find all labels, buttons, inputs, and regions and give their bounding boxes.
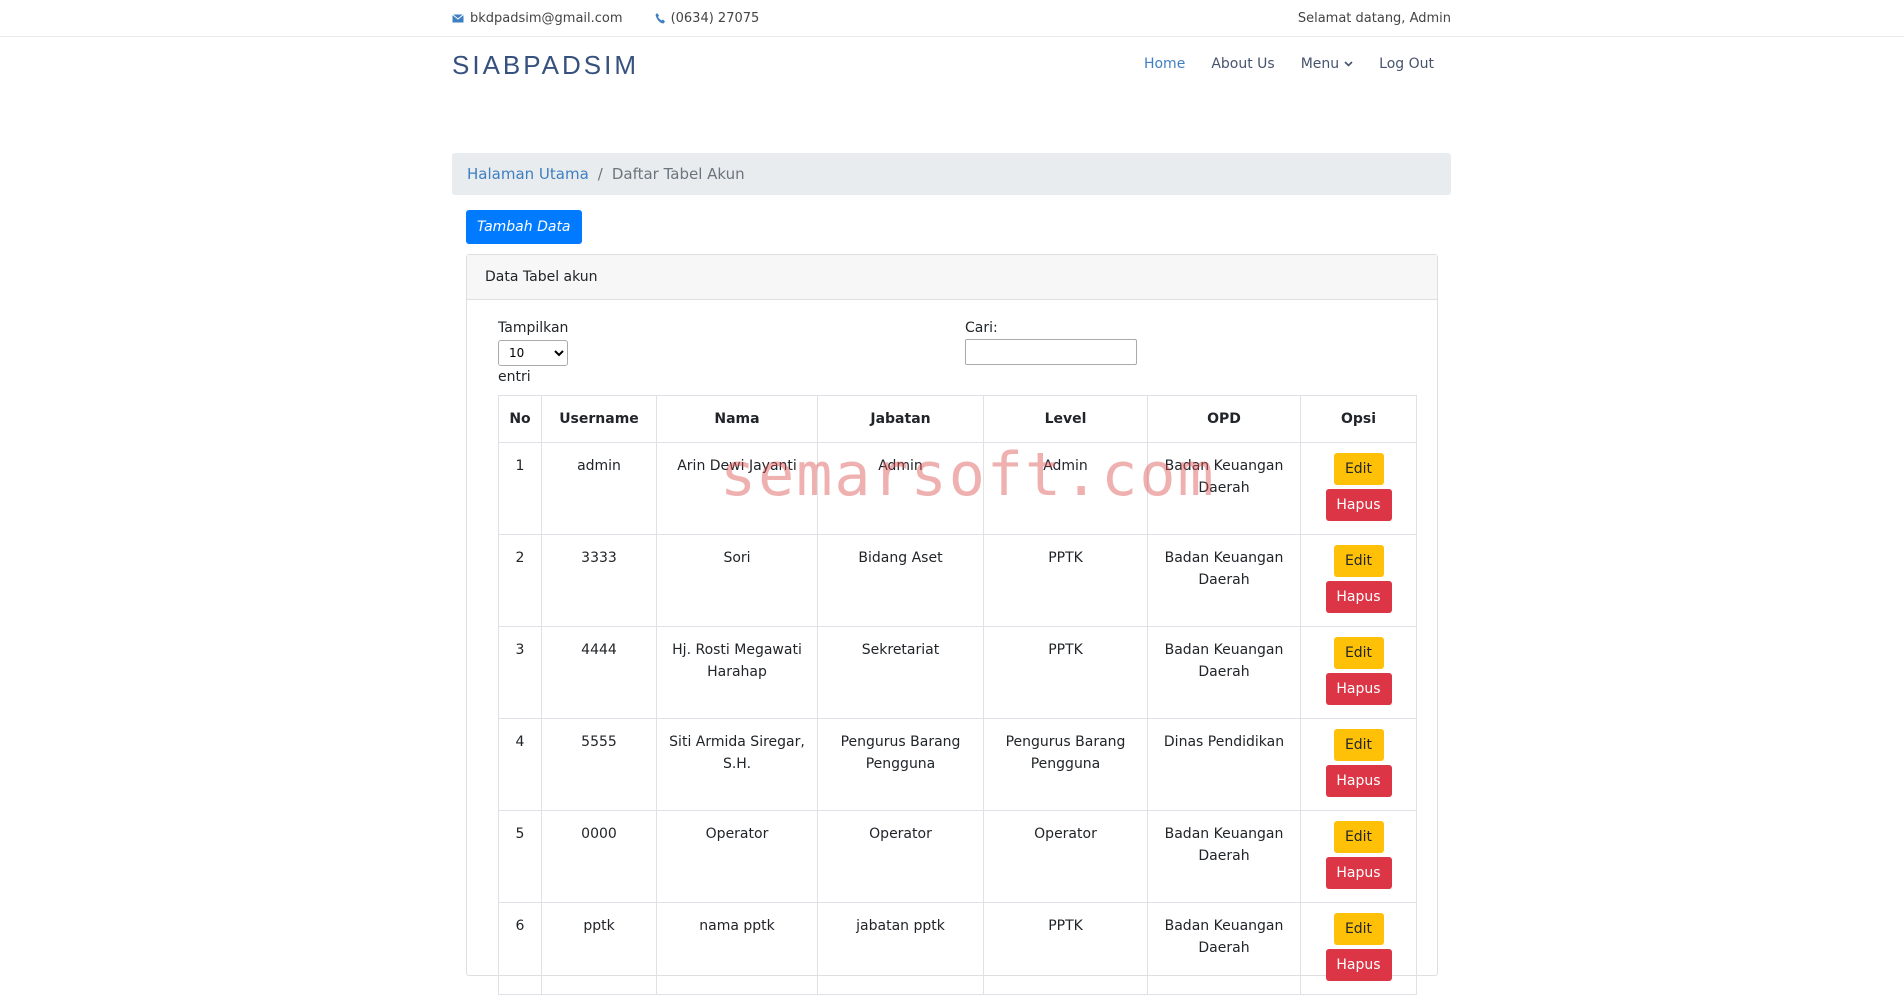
cell-nama: Hj. Rosti Megawati Harahap <box>656 626 818 719</box>
table-row: 2 3333 Sori Bidang Aset PPTK Badan Keuangan D… <box>498 534 1417 627</box>
email-contact: bkdpadsim@gmail.com <box>452 11 623 26</box>
cell-opd: Badan Keuangan Daerah <box>1147 534 1301 627</box>
search-label: Cari: <box>965 320 998 336</box>
main-nav: Home About Us Menu Log Out <box>1118 56 1434 72</box>
brand-logo[interactable]: SIABPADSIM <box>452 50 639 81</box>
table-row: 1 admin Arin Dewi Jayanti Admin Admin Badan K… <box>498 442 1417 535</box>
phone-text: (0634) 27075 <box>670 10 760 26</box>
cell-opsi: Edit Hapus <box>1300 626 1417 719</box>
entries-length-select[interactable]: 10 <box>498 340 568 366</box>
cell-opsi: Edit Hapus <box>1300 534 1417 627</box>
cell-level: PPTK <box>983 534 1148 627</box>
table-row: 6 pptk nama pptk jabatan pptk PPTK Badan Keua… <box>498 902 1417 995</box>
edit-button[interactable]: Edit <box>1333 637 1384 669</box>
header-opd[interactable]: OPD <box>1147 395 1301 443</box>
header-jabatan[interactable]: Jabatan <box>817 395 984 443</box>
edit-button[interactable]: Edit <box>1333 729 1384 761</box>
cell-opsi: Edit Hapus <box>1300 442 1417 535</box>
length-suffix: entri <box>498 369 531 385</box>
edit-button[interactable]: Edit <box>1333 821 1384 853</box>
header-username[interactable]: Username <box>541 395 657 443</box>
cell-opd: Badan Keuangan Daerah <box>1147 442 1301 535</box>
nav-menu-label: Menu <box>1300 56 1340 72</box>
cell-jabatan: Operator <box>817 810 984 903</box>
cell-no: 4 <box>498 718 542 811</box>
card-title: Data Tabel akun <box>467 255 1437 300</box>
cell-jabatan: Admin <box>817 442 984 535</box>
cell-no: 1 <box>498 442 542 535</box>
cell-nama: Siti Armida Siregar, S.H. <box>656 718 818 811</box>
nav-home[interactable]: Home <box>1144 56 1185 72</box>
delete-button[interactable]: Hapus <box>1325 949 1392 981</box>
cell-level: Pengurus Barang Pengguna <box>983 718 1148 811</box>
email-text: bkdpadsim@gmail.com <box>470 10 623 26</box>
header-no[interactable]: No <box>498 395 542 443</box>
header-level[interactable]: Level <box>983 395 1148 443</box>
accounts-table: No Username Nama Jabatan Level OPD Opsi … <box>498 395 1417 995</box>
cell-jabatan: Pengurus Barang Pengguna <box>817 718 984 811</box>
cell-nama: Arin Dewi Jayanti <box>656 442 818 535</box>
breadcrumb-separator: / <box>597 165 603 183</box>
phone-icon <box>655 12 665 23</box>
table-row: 5 0000 Operator Operator Operator Badan Keuan… <box>498 810 1417 903</box>
cell-no: 3 <box>498 626 542 719</box>
nav-menu[interactable]: Menu <box>1301 56 1353 72</box>
table-row: 4 5555 Siti Armida Siregar, S.H. Pengurus B… <box>498 718 1417 811</box>
breadcrumb-current: Daftar Tabel Akun <box>611 165 745 183</box>
edit-button[interactable]: Edit <box>1333 453 1384 485</box>
cell-no: 5 <box>498 810 542 903</box>
cell-opsi: Edit Hapus <box>1300 902 1417 995</box>
cell-jabatan: Bidang Aset <box>817 534 984 627</box>
table-body: 1 admin Arin Dewi Jayanti Admin Admin Badan K… <box>498 442 1417 995</box>
breadcrumb-home[interactable]: Halaman Utama <box>467 165 589 183</box>
cell-nama: Operator <box>656 810 818 903</box>
header: SIABPADSIM Home About Us Menu Log Out <box>0 37 1904 97</box>
delete-button[interactable]: Hapus <box>1325 489 1392 521</box>
cell-opd: Badan Keuangan Daerah <box>1147 902 1301 995</box>
edit-button[interactable]: Edit <box>1333 545 1384 577</box>
cell-opd: Badan Keuangan Daerah <box>1147 626 1301 719</box>
delete-button[interactable]: Hapus <box>1325 581 1392 613</box>
chevron-down-icon <box>1344 61 1353 67</box>
header-nama[interactable]: Nama <box>656 395 818 443</box>
data-card: Data Tabel akun Tampilkan 10 entri Cari:… <box>466 254 1438 995</box>
cell-no: 2 <box>498 534 542 627</box>
cell-opsi: Edit Hapus <box>1300 718 1417 811</box>
cell-opsi: Edit Hapus <box>1300 810 1417 903</box>
length-label: Tampilkan <box>498 320 569 336</box>
cell-username: 5555 <box>541 718 657 811</box>
cell-username: 0000 <box>541 810 657 903</box>
cell-nama: Sori <box>656 534 818 627</box>
header-opsi[interactable]: Opsi <box>1300 395 1417 443</box>
delete-button[interactable]: Hapus <box>1325 765 1392 797</box>
cell-nama: nama pptk <box>656 902 818 995</box>
delete-button[interactable]: Hapus <box>1325 673 1392 705</box>
cell-no: 6 <box>498 902 542 995</box>
cell-username: pptk <box>541 902 657 995</box>
edit-button[interactable]: Edit <box>1333 913 1384 945</box>
table-header-row: No Username Nama Jabatan Level OPD Opsi <box>498 395 1417 443</box>
cell-level: Admin <box>983 442 1148 535</box>
table-row: 3 4444 Hj. Rosti Megawati Harahap Sekretari… <box>498 626 1417 719</box>
cell-level: Operator <box>983 810 1148 903</box>
cell-username: admin <box>541 442 657 535</box>
cell-level: PPTK <box>983 626 1148 719</box>
welcome-text: Selamat datang, Admin <box>1297 10 1451 26</box>
nav-log-out[interactable]: Log Out <box>1379 56 1434 72</box>
cell-level: PPTK <box>983 902 1148 995</box>
cell-opd: Dinas Pendidikan <box>1147 718 1301 811</box>
breadcrumb: Halaman Utama / Daftar Tabel Akun <box>452 153 1451 195</box>
add-data-button[interactable]: Tambah Data <box>466 210 582 244</box>
phone-contact: (0634) 27075 <box>655 10 760 26</box>
envelope-icon <box>452 13 464 22</box>
cell-jabatan: jabatan pptk <box>817 902 984 995</box>
cell-jabatan: Sekretariat <box>817 626 984 719</box>
cell-username: 3333 <box>541 534 657 627</box>
top-bar: bkdpadsim@gmail.com (0634) 27075 Selamat… <box>0 0 1904 37</box>
search-input[interactable] <box>965 339 1137 365</box>
cell-opd: Badan Keuangan Daerah <box>1147 810 1301 903</box>
cell-username: 4444 <box>541 626 657 719</box>
nav-about-us[interactable]: About Us <box>1211 56 1274 72</box>
delete-button[interactable]: Hapus <box>1325 857 1392 889</box>
